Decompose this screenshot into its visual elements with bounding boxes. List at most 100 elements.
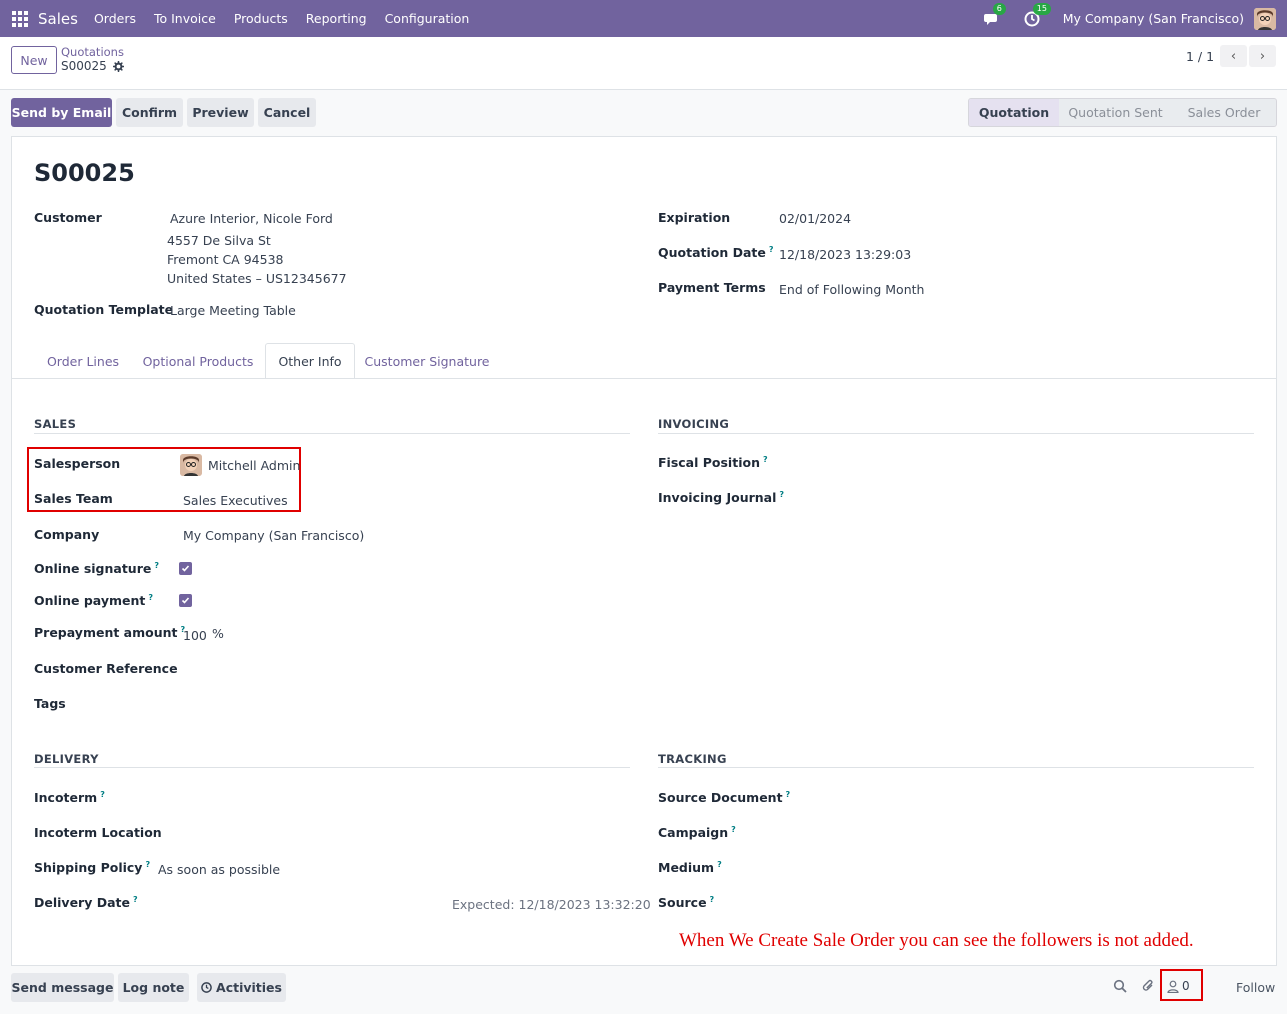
source-document-label-text: Source Document bbox=[658, 790, 783, 806]
delivery-date-label-text: Delivery Date bbox=[34, 895, 130, 911]
activities-button[interactable]: 15 bbox=[1023, 2, 1051, 28]
prepayment-amount-label: Prepayment amount? bbox=[34, 625, 185, 640]
record-title: S00025 bbox=[34, 159, 135, 187]
shipping-policy-label: Shipping Policy? bbox=[34, 860, 150, 875]
pager-next-button[interactable]: › bbox=[1249, 45, 1276, 67]
tags-label: Tags bbox=[34, 696, 66, 711]
customer-field[interactable]: Azure Interior, Nicole Ford bbox=[170, 211, 333, 226]
sales-section-heading: SALES bbox=[34, 417, 77, 431]
tab-customer-signature[interactable]: Customer Signature bbox=[358, 343, 496, 379]
invoicing-journal-label-text: Invoicing Journal bbox=[658, 490, 777, 506]
activities-button-chatter[interactable]: Activities bbox=[197, 973, 286, 1002]
medium-label: Medium? bbox=[658, 860, 722, 875]
gear-icon[interactable] bbox=[112, 60, 124, 72]
help-icon[interactable]: ? bbox=[154, 561, 159, 570]
online-signature-label: Online signature? bbox=[34, 561, 159, 576]
online-payment-checkbox[interactable] bbox=[179, 594, 192, 607]
breadcrumb-current-label: S00025 bbox=[61, 59, 107, 73]
sales-team-field[interactable]: Sales Executives bbox=[183, 493, 288, 508]
delivery-date-label: Delivery Date? bbox=[34, 895, 138, 910]
top-navbar: Sales Orders To Invoice Products Reporti… bbox=[0, 0, 1287, 37]
company-switcher[interactable]: My Company (San Francisco) bbox=[1063, 11, 1244, 26]
activities-label: Activities bbox=[216, 980, 282, 995]
delivery-divider bbox=[34, 767, 630, 768]
payment-terms-label: Payment Terms bbox=[658, 280, 766, 295]
shipping-policy-field[interactable]: As soon as possible bbox=[158, 862, 280, 877]
status-bar: Quotation Quotation Sent Sales Order bbox=[968, 98, 1277, 127]
help-icon[interactable]: ? bbox=[717, 860, 722, 869]
checkmark-icon bbox=[181, 565, 190, 572]
quotation-template-field[interactable]: Large Meeting Table bbox=[170, 303, 296, 318]
help-icon[interactable]: ? bbox=[148, 593, 153, 602]
tab-order-lines[interactable]: Order Lines bbox=[38, 343, 128, 379]
help-icon[interactable]: ? bbox=[769, 245, 774, 254]
user-avatar-icon bbox=[180, 454, 202, 476]
prepayment-amount-input[interactable]: 100 bbox=[183, 628, 207, 643]
tab-other-info[interactable]: Other Info bbox=[265, 343, 355, 379]
pager-previous-button[interactable]: ‹ bbox=[1220, 45, 1247, 67]
customer-label: Customer bbox=[34, 210, 102, 225]
stage-sales-order[interactable]: Sales Order bbox=[1172, 99, 1276, 126]
help-icon[interactable]: ? bbox=[731, 825, 736, 834]
medium-label-text: Medium bbox=[658, 860, 715, 876]
fiscal-position-label: Fiscal Position? bbox=[658, 455, 768, 470]
help-icon[interactable]: ? bbox=[786, 790, 791, 799]
customer-address-line: United States – US12345677 bbox=[167, 271, 347, 286]
online-signature-checkbox[interactable] bbox=[179, 562, 192, 575]
help-icon[interactable]: ? bbox=[145, 860, 150, 869]
invoicing-section-heading: INVOICING bbox=[658, 417, 730, 431]
follow-button[interactable]: Follow bbox=[1236, 980, 1275, 995]
tab-optional-products[interactable]: Optional Products bbox=[134, 343, 262, 379]
salesperson-field[interactable]: Mitchell Admin bbox=[208, 458, 300, 473]
followers-button[interactable]: 0 bbox=[1167, 979, 1190, 993]
company-label: Company bbox=[34, 527, 100, 542]
checkmark-icon bbox=[181, 597, 190, 604]
invoicing-divider bbox=[658, 433, 1254, 434]
send-by-email-button[interactable]: Send by Email bbox=[11, 98, 112, 127]
company-field[interactable]: My Company (San Francisco) bbox=[183, 528, 364, 543]
apps-grid-icon[interactable] bbox=[12, 10, 28, 27]
menu-products[interactable]: Products bbox=[234, 11, 288, 26]
tracking-section-heading: TRACKING bbox=[658, 752, 727, 766]
cancel-button[interactable]: Cancel bbox=[258, 98, 316, 127]
incoterm-location-label: Incoterm Location bbox=[34, 825, 162, 840]
send-message-button[interactable]: Send message bbox=[11, 973, 114, 1002]
quotation-date-field[interactable]: 12/18/2023 13:29:03 bbox=[779, 247, 911, 262]
menu-orders[interactable]: Orders bbox=[94, 11, 136, 26]
preview-button[interactable]: Preview bbox=[187, 98, 254, 127]
app-name[interactable]: Sales bbox=[38, 10, 78, 28]
stage-quotation-sent[interactable]: Quotation Sent bbox=[1059, 99, 1172, 126]
quotation-template-label: Quotation Template bbox=[34, 302, 174, 317]
clock-icon bbox=[201, 982, 212, 993]
chevron-left-icon: ‹ bbox=[1230, 48, 1237, 64]
confirm-button[interactable]: Confirm bbox=[116, 98, 183, 127]
messages-button[interactable]: 6 bbox=[983, 2, 1006, 28]
menu-configuration[interactable]: Configuration bbox=[385, 11, 470, 26]
expiration-field[interactable]: 02/01/2024 bbox=[779, 211, 851, 226]
stage-quotation[interactable]: Quotation bbox=[969, 99, 1059, 126]
followers-count: 0 bbox=[1182, 979, 1190, 993]
source-label: Source? bbox=[658, 895, 714, 910]
search-messages-button[interactable] bbox=[1113, 979, 1127, 997]
online-payment-label: Online payment? bbox=[34, 593, 153, 608]
search-icon bbox=[1113, 979, 1127, 993]
user-icon bbox=[1167, 980, 1179, 993]
help-icon[interactable]: ? bbox=[133, 895, 138, 904]
menu-to-invoice[interactable]: To Invoice bbox=[154, 11, 216, 26]
help-icon[interactable]: ? bbox=[763, 455, 768, 464]
help-icon[interactable]: ? bbox=[100, 790, 105, 799]
activities-count-badge: 15 bbox=[1032, 2, 1051, 15]
customer-reference-label: Customer Reference bbox=[34, 661, 178, 676]
payment-terms-field[interactable]: End of Following Month bbox=[779, 282, 924, 297]
attachments-button[interactable] bbox=[1141, 979, 1155, 997]
form-sheet: S00025 Customer Azure Interior, Nicole F… bbox=[11, 136, 1277, 966]
log-note-button[interactable]: Log note bbox=[118, 973, 189, 1002]
help-icon[interactable]: ? bbox=[710, 895, 715, 904]
new-button[interactable]: New bbox=[11, 46, 57, 74]
menu-reporting[interactable]: Reporting bbox=[306, 11, 367, 26]
help-icon[interactable]: ? bbox=[779, 490, 784, 499]
user-avatar[interactable] bbox=[1254, 7, 1276, 30]
breadcrumb-quotations[interactable]: Quotations bbox=[61, 45, 124, 59]
pager-value[interactable]: 1 / 1 bbox=[1186, 49, 1214, 64]
online-payment-label-text: Online payment bbox=[34, 593, 146, 609]
